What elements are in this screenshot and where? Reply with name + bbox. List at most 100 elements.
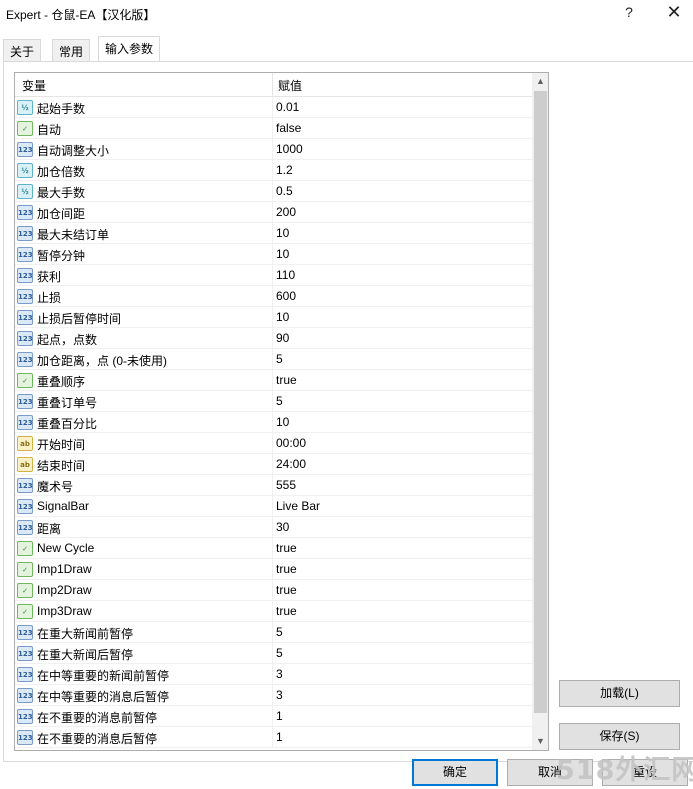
integer-type-icon: 123: [17, 142, 33, 157]
tab-about[interactable]: 关于: [3, 39, 42, 61]
parameter-value[interactable]: true: [276, 373, 297, 387]
table-row[interactable]: 123 在中等重要的消息后暂停 3: [15, 685, 532, 706]
table-row[interactable]: ½ 加仓倍数 1.2: [15, 160, 532, 181]
column-header-variable[interactable]: 变量: [22, 77, 46, 94]
parameter-value[interactable]: 1: [276, 709, 283, 723]
table-row[interactable]: ✓ Imp3Draw true: [15, 601, 532, 622]
parameter-value[interactable]: 1: [276, 730, 283, 744]
parameter-value[interactable]: 200: [276, 205, 296, 219]
tab-strip: 关于 常用 输入参数: [0, 30, 693, 62]
parameter-name: 在不重要的消息前暂停: [37, 711, 158, 725]
parameter-value[interactable]: 600: [276, 289, 296, 303]
parameter-value[interactable]: 1.2: [276, 163, 293, 177]
table-row[interactable]: ✓ Imp1Draw true: [15, 559, 532, 580]
table-row[interactable]: 123 加仓间距 200: [15, 202, 532, 223]
parameter-name: 在重大新闻后暂停: [37, 648, 134, 662]
parameter-value[interactable]: 3: [276, 688, 283, 702]
table-row[interactable]: 123 暂停分钟 10: [15, 244, 532, 265]
table-row[interactable]: 123 止损 600: [15, 286, 532, 307]
parameter-value[interactable]: 10: [276, 247, 289, 261]
table-row[interactable]: 123 重叠百分比 10: [15, 412, 532, 433]
parameter-value[interactable]: 5: [276, 352, 283, 366]
parameter-value[interactable]: true: [276, 541, 297, 555]
ok-button[interactable]: 确定: [412, 759, 498, 786]
parameter-value[interactable]: 10: [276, 226, 289, 240]
table-row[interactable]: 123 在重大新闻前暂停 5: [15, 622, 532, 643]
boolean-type-icon: ✓: [17, 583, 33, 598]
parameter-value[interactable]: true: [276, 583, 297, 597]
table-row[interactable]: ½ 最大手数 0.5: [15, 181, 532, 202]
close-icon[interactable]: ✕: [664, 2, 684, 22]
parameter-value[interactable]: true: [276, 604, 297, 618]
table-row[interactable]: ✓ 自动 false: [15, 118, 532, 139]
integer-type-icon: 123: [17, 688, 33, 703]
table-row[interactable]: 123 起点，点数 90: [15, 328, 532, 349]
parameter-value[interactable]: 110: [276, 268, 295, 282]
vertical-scrollbar[interactable]: ▲ ▼: [532, 73, 548, 750]
boolean-type-icon: ✓: [17, 562, 33, 577]
cell-separator: [272, 706, 273, 727]
parameter-value[interactable]: Live Bar: [276, 499, 320, 513]
help-icon[interactable]: ?: [622, 4, 636, 22]
parameter-value[interactable]: 30: [276, 520, 289, 534]
table-row[interactable]: 123 在中等重要的新闻前暂停 3: [15, 664, 532, 685]
table-row[interactable]: ✓ 重叠顺序 true: [15, 370, 532, 391]
parameter-value[interactable]: 555: [276, 478, 296, 492]
table-row[interactable]: 123 在不重要的消息前暂停 1: [15, 706, 532, 727]
load-button[interactable]: 加载(L): [559, 680, 680, 707]
table-row[interactable]: ab 结束时间 24:00: [15, 454, 532, 475]
table-row[interactable]: ab 开始时间 00:00: [15, 433, 532, 454]
parameter-name: Imp1Draw: [37, 562, 92, 576]
table-row[interactable]: ½ 起始手数 0.01: [15, 97, 532, 118]
table-row[interactable]: 123 自动调整大小 1000: [15, 139, 532, 160]
table-row[interactable]: 123 距离 30: [15, 517, 532, 538]
parameter-name: 获利: [37, 270, 62, 284]
cell-separator: [272, 559, 273, 580]
table-row[interactable]: ✓ Imp2Draw true: [15, 580, 532, 601]
cell-separator: [272, 265, 273, 286]
table-row[interactable]: 123 加仓距离，点 (0-未使用) 5: [15, 349, 532, 370]
parameter-value[interactable]: 3: [276, 667, 283, 681]
column-header-value[interactable]: 赋值: [278, 77, 302, 94]
table-row[interactable]: ✓ New Cycle true: [15, 538, 532, 559]
table-row[interactable]: 123 魔术号 555: [15, 475, 532, 496]
parameter-value[interactable]: 10: [276, 310, 289, 324]
save-button[interactable]: 保存(S): [559, 723, 680, 750]
parameter-value[interactable]: 10: [276, 415, 289, 429]
parameter-name: 最大手数: [37, 186, 86, 200]
parameter-value[interactable]: 24:00: [276, 457, 306, 471]
integer-type-icon: 123: [17, 646, 33, 661]
boolean-type-icon: ✓: [17, 121, 33, 136]
parameter-value[interactable]: true: [276, 562, 297, 576]
parameter-value[interactable]: 90: [276, 331, 289, 345]
table-row[interactable]: 123 止损后暂停时间 10: [15, 307, 532, 328]
table-row[interactable]: 123 在不重要的消息后暂停 1: [15, 727, 532, 748]
parameter-name: 起点，点数: [37, 333, 98, 347]
parameter-value[interactable]: false: [276, 121, 301, 135]
table-row[interactable]: 123 获利 110: [15, 265, 532, 286]
integer-type-icon: 123: [17, 226, 33, 241]
table-row[interactable]: 123 最大未结订单 10: [15, 223, 532, 244]
scroll-down-icon[interactable]: ▼: [532, 733, 548, 750]
parameter-value[interactable]: 5: [276, 625, 283, 639]
parameter-value[interactable]: 00:00: [276, 436, 306, 450]
scroll-thumb[interactable]: [534, 91, 547, 713]
scroll-up-icon[interactable]: ▲: [532, 73, 548, 90]
table-row[interactable]: 123 SignalBar Live Bar: [15, 496, 532, 517]
parameter-name: Imp3Draw: [37, 604, 92, 618]
tab-inputs[interactable]: 输入参数: [98, 36, 161, 62]
column-separator[interactable]: [272, 73, 273, 97]
parameter-value[interactable]: 5: [276, 394, 283, 408]
cell-separator: [272, 181, 273, 202]
table-row[interactable]: 123 在重大新闻后暂停 5: [15, 643, 532, 664]
grid-rows: ½ 起始手数 0.01 ✓ 自动 false 123 自动调整大小 1000 ½ 加仓倍数 1.2 ½ 最…: [15, 97, 532, 748]
parameter-value[interactable]: 0.01: [276, 100, 299, 114]
parameter-value[interactable]: 0.5: [276, 184, 293, 198]
tab-common[interactable]: 常用: [52, 39, 91, 61]
cell-separator: [272, 118, 273, 139]
parameter-value[interactable]: 5: [276, 646, 283, 660]
parameter-value[interactable]: 1000: [276, 142, 303, 156]
string-type-icon: ab: [17, 436, 33, 451]
table-row[interactable]: 123 重叠订单号 5: [15, 391, 532, 412]
parameter-name: 暂停分钟: [37, 249, 86, 263]
